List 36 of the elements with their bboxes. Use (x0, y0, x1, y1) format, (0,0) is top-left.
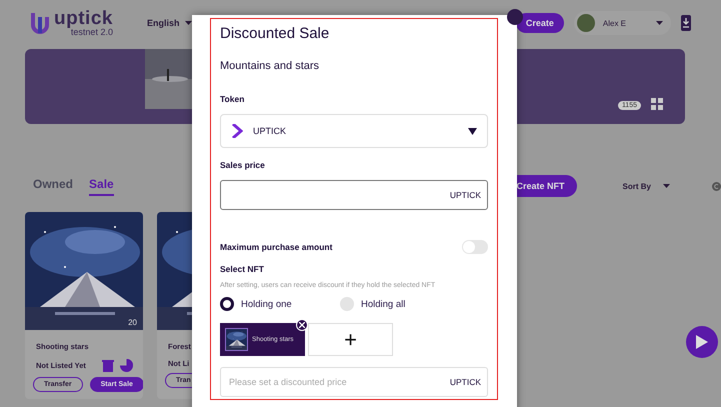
field-label: Token (220, 94, 246, 104)
close-icon (299, 322, 305, 328)
avatar (576, 14, 595, 32)
grid-icon[interactable] (651, 98, 663, 110)
caret-icon (663, 184, 670, 188)
price-field[interactable]: UPTICK (220, 180, 488, 210)
toggle-switch[interactable] (462, 240, 488, 254)
logo-icon (30, 11, 50, 35)
modal-title: Discounted Sale (220, 25, 330, 42)
download-icon[interactable] (681, 15, 691, 31)
add-button[interactable]: + (308, 323, 393, 356)
create-button[interactable]: Create (516, 13, 564, 33)
logo-text: uptick (54, 9, 113, 28)
dropdown-arrow-icon (468, 128, 477, 134)
token-logo-icon (231, 124, 243, 138)
caret-icon (185, 21, 192, 25)
trash-icon[interactable] (102, 359, 114, 372)
currency-label: UPTICK (450, 190, 481, 200)
pie-chart-icon[interactable] (120, 359, 133, 372)
play-icon (696, 335, 708, 349)
network-label: testnet 2.0 (70, 28, 113, 37)
refresh-icon[interactable] (712, 182, 721, 190)
token-select[interactable]: UPTICK (220, 114, 488, 148)
close-button[interactable] (507, 9, 523, 25)
close-button[interactable] (296, 319, 308, 331)
play-button[interactable] (686, 326, 718, 358)
caret-icon (656, 21, 663, 25)
nft-name: Mountains and stars (220, 60, 320, 72)
field-label: Sales price (220, 160, 266, 170)
user-menu[interactable]: Alex E (574, 11, 671, 35)
discount-price-field[interactable]: Please set a discounted price UPTICK (220, 367, 488, 397)
radio-option[interactable]: Holding all (340, 297, 460, 311)
currency-label: UPTICK (450, 377, 481, 387)
language-dropdown[interactable]: English (146, 18, 192, 28)
edition-count: 20 (128, 318, 137, 327)
sort-dropdown[interactable]: Sort By (616, 180, 676, 192)
